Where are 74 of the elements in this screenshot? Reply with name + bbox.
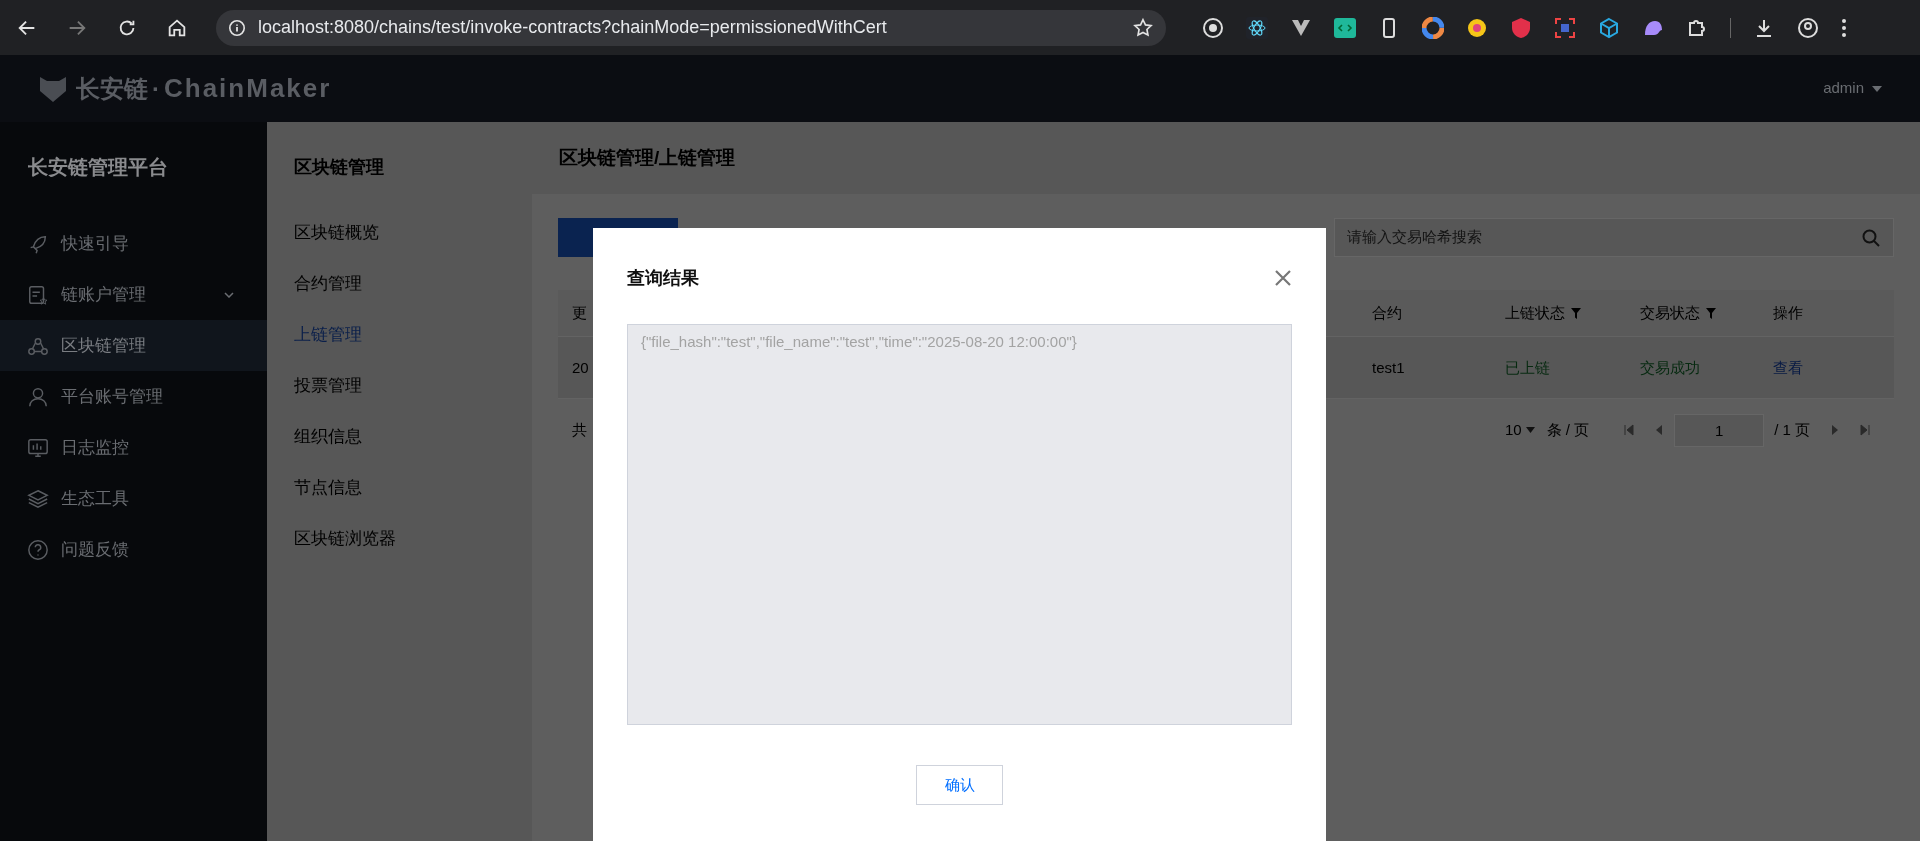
column-header: 合约: [1372, 302, 1402, 323]
logo-icon: [38, 74, 68, 103]
profile-icon[interactable]: [1797, 16, 1819, 39]
sidebar-item[interactable]: 链账户管理: [0, 269, 267, 320]
result-text-area[interactable]: {"file_hash":"test","file_name":"test","time":"2025-08-20 12:00:00"}: [627, 324, 1292, 725]
sidebar-item-label: 链账户管理: [61, 283, 147, 306]
search-icon[interactable]: [1861, 227, 1881, 248]
page-size-select[interactable]: 10: [1504, 418, 1522, 442]
column-header: 上链状态: [1505, 302, 1565, 323]
monitor-icon: [27, 436, 49, 459]
menu-icon[interactable]: [1841, 16, 1847, 39]
caret-icon: [1525, 427, 1535, 433]
sidebar-item-label: 快速引导: [61, 232, 130, 255]
sidebar-item-label: 日志监控: [61, 436, 130, 459]
address-bar[interactable]: localhost:8080/chains/test/invoke-contracts?chainMode=permissionedWithCert: [216, 9, 1166, 46]
breadcrumb: 区块链管理/上链管理: [559, 145, 736, 170]
sub-navigation-item[interactable]: 区块链概览: [267, 207, 532, 258]
logo-text: 长安链: [76, 73, 148, 104]
sidebar-item-label: 区块链管理: [61, 334, 147, 357]
color-wheel-icon[interactable]: [1422, 16, 1444, 39]
table-cell: 20: [572, 358, 589, 376]
sidebar-item-label: 问题反馈: [61, 538, 130, 561]
total-count-text: 共: [572, 419, 587, 440]
filter-icon[interactable]: [1706, 307, 1716, 319]
shield-icon[interactable]: [1510, 16, 1532, 39]
sub-navigation-item[interactable]: 区块链浏览器: [267, 513, 532, 564]
star-icon[interactable]: [1132, 16, 1154, 39]
filter-icon[interactable]: [1571, 307, 1581, 319]
sub-navigation-item[interactable]: 合约管理: [267, 258, 532, 309]
sidebar-item-label: 平台账号管理: [61, 385, 164, 408]
atom-icon[interactable]: [1246, 16, 1268, 39]
status-text: 交易成功: [1640, 358, 1700, 376]
code-icon[interactable]: [1334, 16, 1356, 39]
search-input[interactable]: 请输入交易哈希搜索: [1347, 226, 1861, 249]
modal-title: 查询结果: [627, 266, 699, 290]
page-total-text: / 1 页: [1773, 419, 1811, 440]
frame-icon[interactable]: [1554, 16, 1576, 39]
sidebar-item[interactable]: 快速引导: [0, 218, 267, 269]
caret-icon: [1872, 85, 1882, 92]
sidebar-item[interactable]: 平台账号管理: [0, 371, 267, 422]
card-icon: [27, 283, 49, 306]
logo-text: ChainMaker: [164, 72, 332, 105]
search-field[interactable]: 请输入交易哈希搜索: [1334, 218, 1894, 257]
layers-icon: [27, 487, 49, 510]
sidebar-item-label: 生态工具: [61, 487, 130, 510]
sub-navigation-item[interactable]: 投票管理: [267, 360, 532, 411]
view-link[interactable]: 查看: [1773, 358, 1803, 376]
column-header: 操作: [1773, 302, 1803, 323]
sidebar-title: 长安链管理平台: [27, 155, 169, 180]
status-text: 已上链: [1505, 358, 1550, 376]
column-header: 交易状态: [1640, 302, 1700, 323]
sub-navigation-title: 区块链管理: [293, 156, 385, 179]
target-icon[interactable]: [1202, 16, 1224, 39]
ring-icon[interactable]: [1466, 16, 1488, 39]
sidebar-item[interactable]: 区块链管理: [0, 320, 267, 371]
sidebar-item[interactable]: 问题反馈: [0, 524, 267, 575]
sidebar-item[interactable]: 日志监控: [0, 422, 267, 473]
user-icon: [27, 385, 49, 408]
cube-icon[interactable]: [1598, 16, 1620, 39]
page-size-unit: 条 / 页: [1546, 419, 1590, 440]
url-text: localhost:8080/chains/test/invoke-contracts?chainMode=permissionedWithCert: [258, 16, 888, 39]
table-cell: test1: [1372, 358, 1405, 376]
sub-navigation-item[interactable]: 节点信息: [267, 462, 532, 513]
close-icon[interactable]: [1274, 269, 1292, 287]
sub-navigation-item[interactable]: 上链管理: [267, 309, 532, 360]
sub-navigation-item[interactable]: 组织信息: [267, 411, 532, 462]
user-menu[interactable]: admin: [1823, 77, 1864, 100]
info-icon[interactable]: [228, 18, 246, 37]
sidebar-item[interactable]: 生态工具: [0, 473, 267, 524]
confirm-button[interactable]: 确认: [916, 765, 1003, 805]
column-header: 更: [572, 302, 587, 323]
help-icon: [27, 538, 49, 561]
logo-dot: ·: [152, 73, 160, 104]
page-input[interactable]: 1: [1674, 413, 1765, 447]
